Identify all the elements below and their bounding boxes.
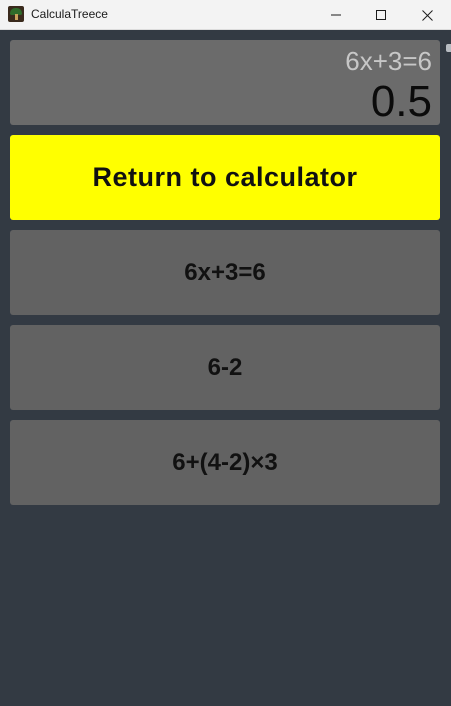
display-result: 0.5 [370,77,432,126]
tree-app-icon [8,6,24,22]
close-icon [421,9,433,21]
window-edge-handle [446,44,451,52]
history-item[interactable]: 6+(4-2)×3 [10,420,440,505]
display-expression: 6x+3=6 [345,46,432,76]
return-to-calculator-button[interactable]: Return to calculator [10,135,440,220]
window-title: CalculaTreece [31,7,108,21]
maximize-icon [376,10,386,20]
title-bar[interactable]: CalculaTreece [0,0,451,30]
calculator-display: 6x+3=6 0.5 [10,40,440,125]
history-item[interactable]: 6x+3=6 [10,230,440,315]
minimize-icon [331,14,341,16]
history-item[interactable]: 6-2 [10,325,440,410]
minimize-button[interactable] [313,0,359,30]
close-button[interactable] [404,0,450,30]
maximize-button[interactable] [358,0,404,30]
